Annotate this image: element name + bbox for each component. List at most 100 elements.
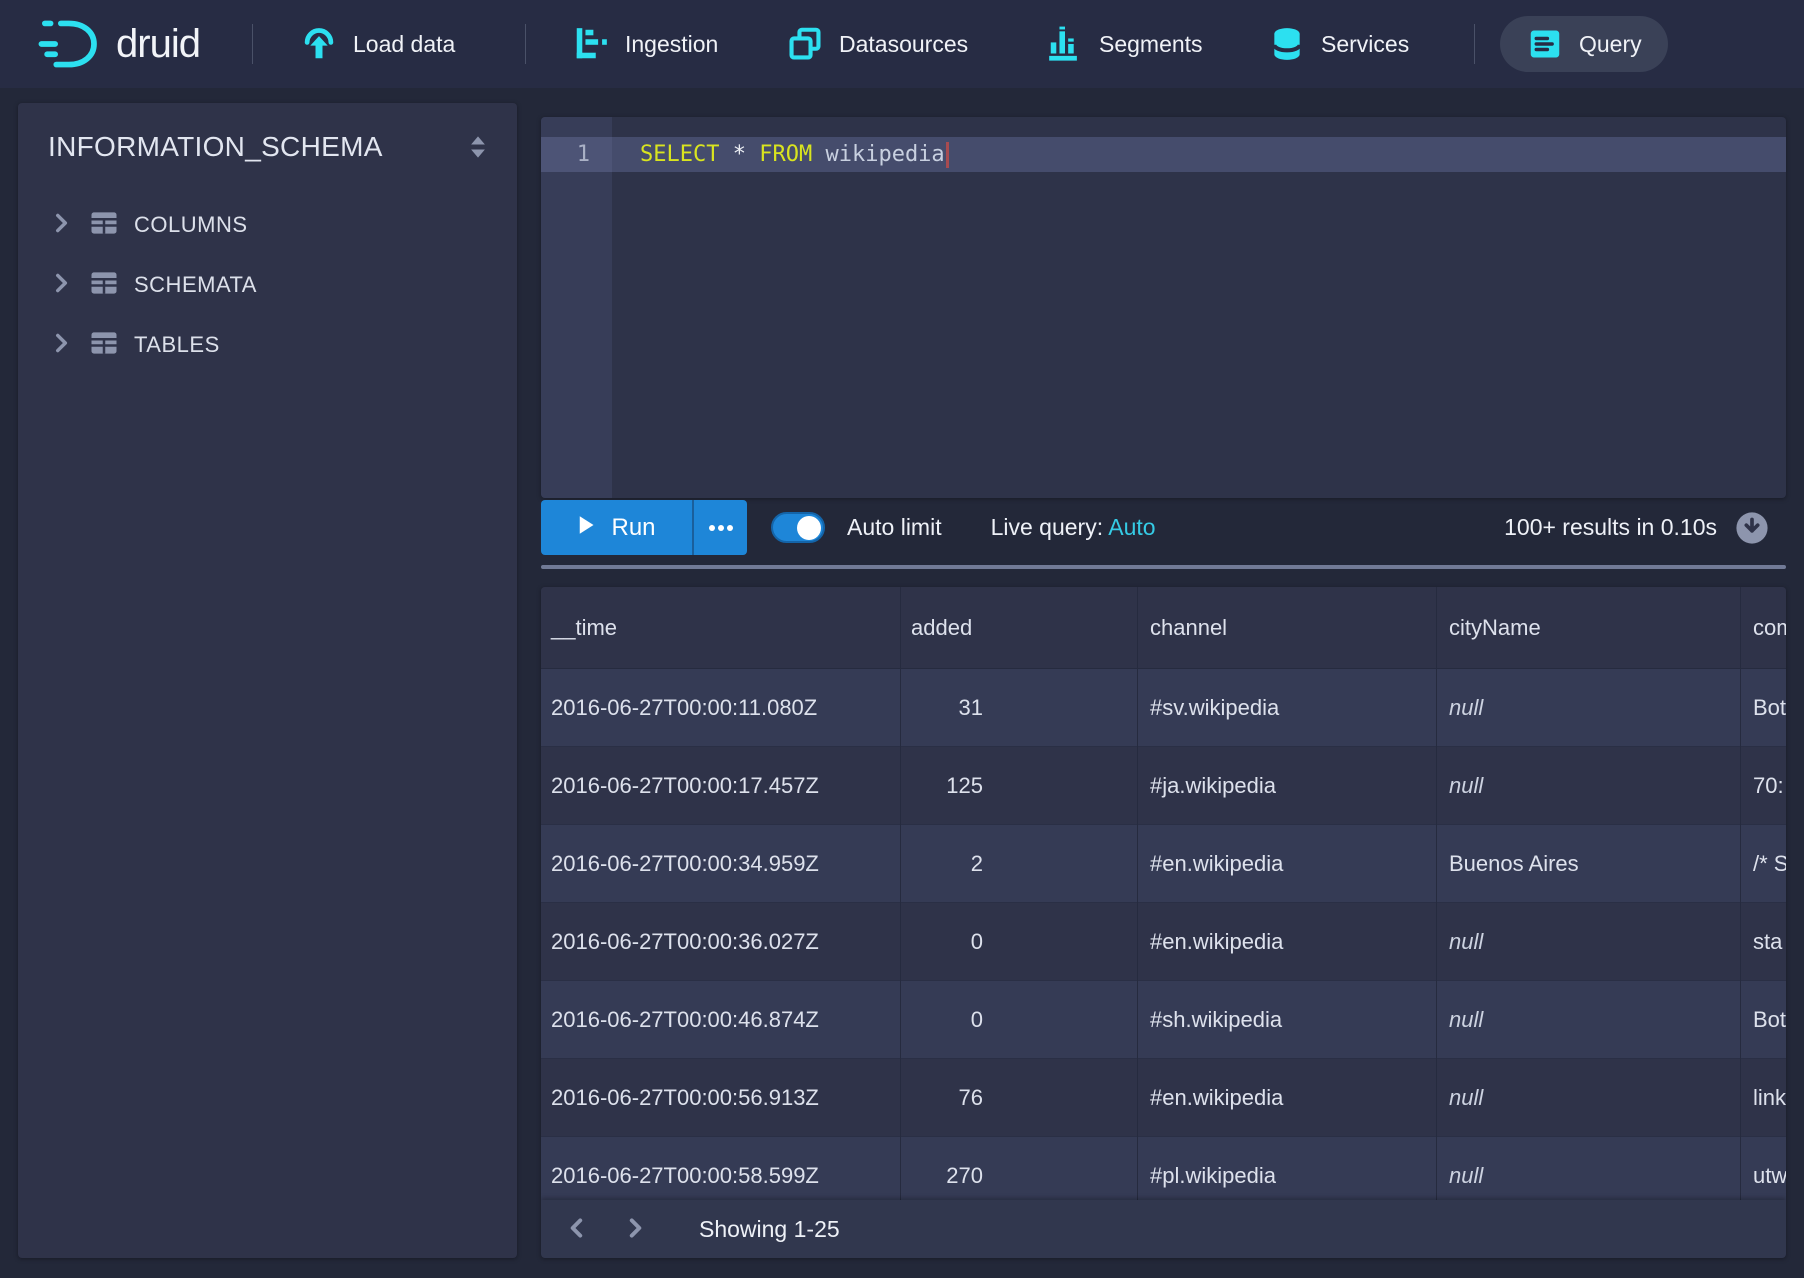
cell-time[interactable]: 2016-06-27T00:00:11.080Z [541,669,901,747]
query-editor[interactable]: 1 SELECT * FROM wikipedia [541,117,1786,498]
brand-wordmark: druid [116,22,200,67]
table-row: 2016-06-27T00:00:46.874Z 0 #sh.wikipedia… [541,981,1786,1059]
schema-title: INFORMATION_SCHEMA [48,131,383,163]
table-row: 2016-06-27T00:00:36.027Z 0 #en.wikipedia… [541,903,1786,981]
table-footer: Showing 1-25 [541,1200,1786,1258]
cell-channel[interactable]: #en.wikipedia [1138,1059,1437,1137]
cell-time[interactable]: 2016-06-27T00:00:17.457Z [541,747,901,825]
previous-page-button[interactable] [555,1207,599,1251]
cell-cityname[interactable]: null [1437,981,1741,1059]
chevron-right-icon[interactable] [48,210,74,241]
column-header-added[interactable]: added [901,587,1138,669]
chevron-left-icon [564,1215,590,1244]
nav-item-ingestion[interactable]: Ingestion [572,0,718,88]
table-header-row: __time added channel cityName comment [541,587,1786,669]
cell-time[interactable]: 2016-06-27T00:00:58.599Z [541,1137,901,1200]
cell-channel[interactable]: #pl.wikipedia [1138,1137,1437,1200]
table-row: 2016-06-27T00:00:34.959Z 2 #en.wikipedia… [541,825,1786,903]
live-query-label: Live query: Auto [991,514,1156,541]
cell-channel[interactable]: #ja.wikipedia [1138,747,1437,825]
nav-item-datasources[interactable]: Datasources [786,0,968,88]
chevron-right-icon [622,1215,648,1244]
editor-active-line: SELECT * FROM wikipedia [612,137,1786,172]
results-info: 100+ results in 0.10s [1504,514,1717,541]
cell-time[interactable]: 2016-06-27T00:00:46.874Z [541,981,901,1059]
column-header-comment[interactable]: comment [1741,587,1786,669]
cell-channel[interactable]: #en.wikipedia [1138,903,1437,981]
table-icon [89,268,119,303]
cell-added[interactable]: 0 [901,981,1138,1059]
cell-channel[interactable]: #en.wikipedia [1138,825,1437,903]
cell-added[interactable]: 0 [901,903,1138,981]
cell-comment[interactable]: Bot [1741,669,1786,747]
nav-separator [525,24,526,64]
cell-cityname[interactable]: null [1437,903,1741,981]
cell-comment[interactable]: sta [1741,903,1786,981]
live-query-value[interactable]: Auto [1108,514,1155,540]
tree-item-columns[interactable]: COLUMNS [18,199,517,251]
cell-cityname[interactable]: Buenos Aires [1437,825,1741,903]
column-header-channel[interactable]: channel [1138,587,1437,669]
chevron-right-icon[interactable] [48,330,74,361]
nav-separator [1474,24,1475,64]
nav-item-query[interactable]: Query [1500,16,1668,72]
auto-limit-toggle[interactable] [771,512,825,543]
nav-item-segments[interactable]: Segments [1046,0,1203,88]
table-row: 2016-06-27T00:00:11.080Z 31 #sv.wikipedi… [541,669,1786,747]
editor-line-number: 1 [541,137,612,172]
results-table: __time added channel cityName comment 20… [541,587,1786,1258]
cell-added[interactable]: 76 [901,1059,1138,1137]
cell-added[interactable]: 270 [901,1137,1138,1200]
table-body: 2016-06-27T00:00:11.080Z 31 #sv.wikipedi… [541,669,1786,1200]
run-button[interactable]: Run [541,500,692,555]
stacked-squares-icon [786,25,824,63]
cell-comment[interactable]: 70: [1741,747,1786,825]
console-icon [1526,25,1564,63]
top-nav: druid Load data Ingestion [0,0,1804,88]
cell-cityname[interactable]: null [1437,1137,1741,1200]
tree-item-schemata[interactable]: SCHEMATA [18,259,517,311]
table-row: 2016-06-27T00:00:17.457Z 125 #ja.wikiped… [541,747,1786,825]
table-row: 2016-06-27T00:00:56.913Z 76 #en.wikipedi… [541,1059,1786,1137]
bar-chart-icon [1046,25,1084,63]
sql-keyword: SELECT [640,142,719,167]
column-header-cityname[interactable]: cityName [1437,587,1741,669]
cell-time[interactable]: 2016-06-27T00:00:34.959Z [541,825,901,903]
cell-added[interactable]: 125 [901,747,1138,825]
sql-table-name: wikipedia [825,142,944,167]
run-more-button[interactable] [692,500,747,555]
editor-gutter: 1 [541,117,612,498]
cell-comment[interactable]: link [1741,1059,1786,1137]
pagination-status: Showing 1-25 [699,1216,840,1243]
cell-cityname[interactable]: null [1437,747,1741,825]
column-header-time[interactable]: __time [541,587,901,669]
toggle-knob [797,516,821,540]
cell-added[interactable]: 31 [901,669,1138,747]
cell-channel[interactable]: #sh.wikipedia [1138,981,1437,1059]
schema-sidebar: INFORMATION_SCHEMA COLUMNS [18,103,517,1258]
brand-logo[interactable]: druid [38,14,200,74]
query-toolbar: Run Auto limit Live query: Auto 100+ res… [541,500,1786,555]
cell-cityname[interactable]: null [1437,669,1741,747]
next-page-button[interactable] [613,1207,657,1251]
cell-added[interactable]: 2 [901,825,1138,903]
cell-comment[interactable]: Bot [1741,981,1786,1059]
cell-comment[interactable]: utw [1741,1137,1786,1200]
cell-time[interactable]: 2016-06-27T00:00:36.027Z [541,903,901,981]
cell-comment[interactable]: /* S [1741,825,1786,903]
run-button-label: Run [611,514,655,542]
tree-item-label: TABLES [134,332,220,358]
double-caret-vertical-icon[interactable] [463,132,493,162]
chevron-right-icon[interactable] [48,270,74,301]
tree-item-tables[interactable]: TABLES [18,319,517,371]
cell-channel[interactable]: #sv.wikipedia [1138,669,1437,747]
nav-item-services[interactable]: Services [1268,0,1409,88]
resize-handle[interactable] [541,565,1786,569]
cell-cityname[interactable]: null [1437,1059,1741,1137]
cell-time[interactable]: 2016-06-27T00:00:56.913Z [541,1059,901,1137]
editor-code-area[interactable]: SELECT * FROM wikipedia [612,117,1786,498]
tree-item-label: COLUMNS [134,212,248,238]
table-row: 2016-06-27T00:00:58.599Z 270 #pl.wikiped… [541,1137,1786,1200]
nav-item-load-data[interactable]: Load data [300,0,455,88]
download-icon[interactable] [1735,511,1769,545]
